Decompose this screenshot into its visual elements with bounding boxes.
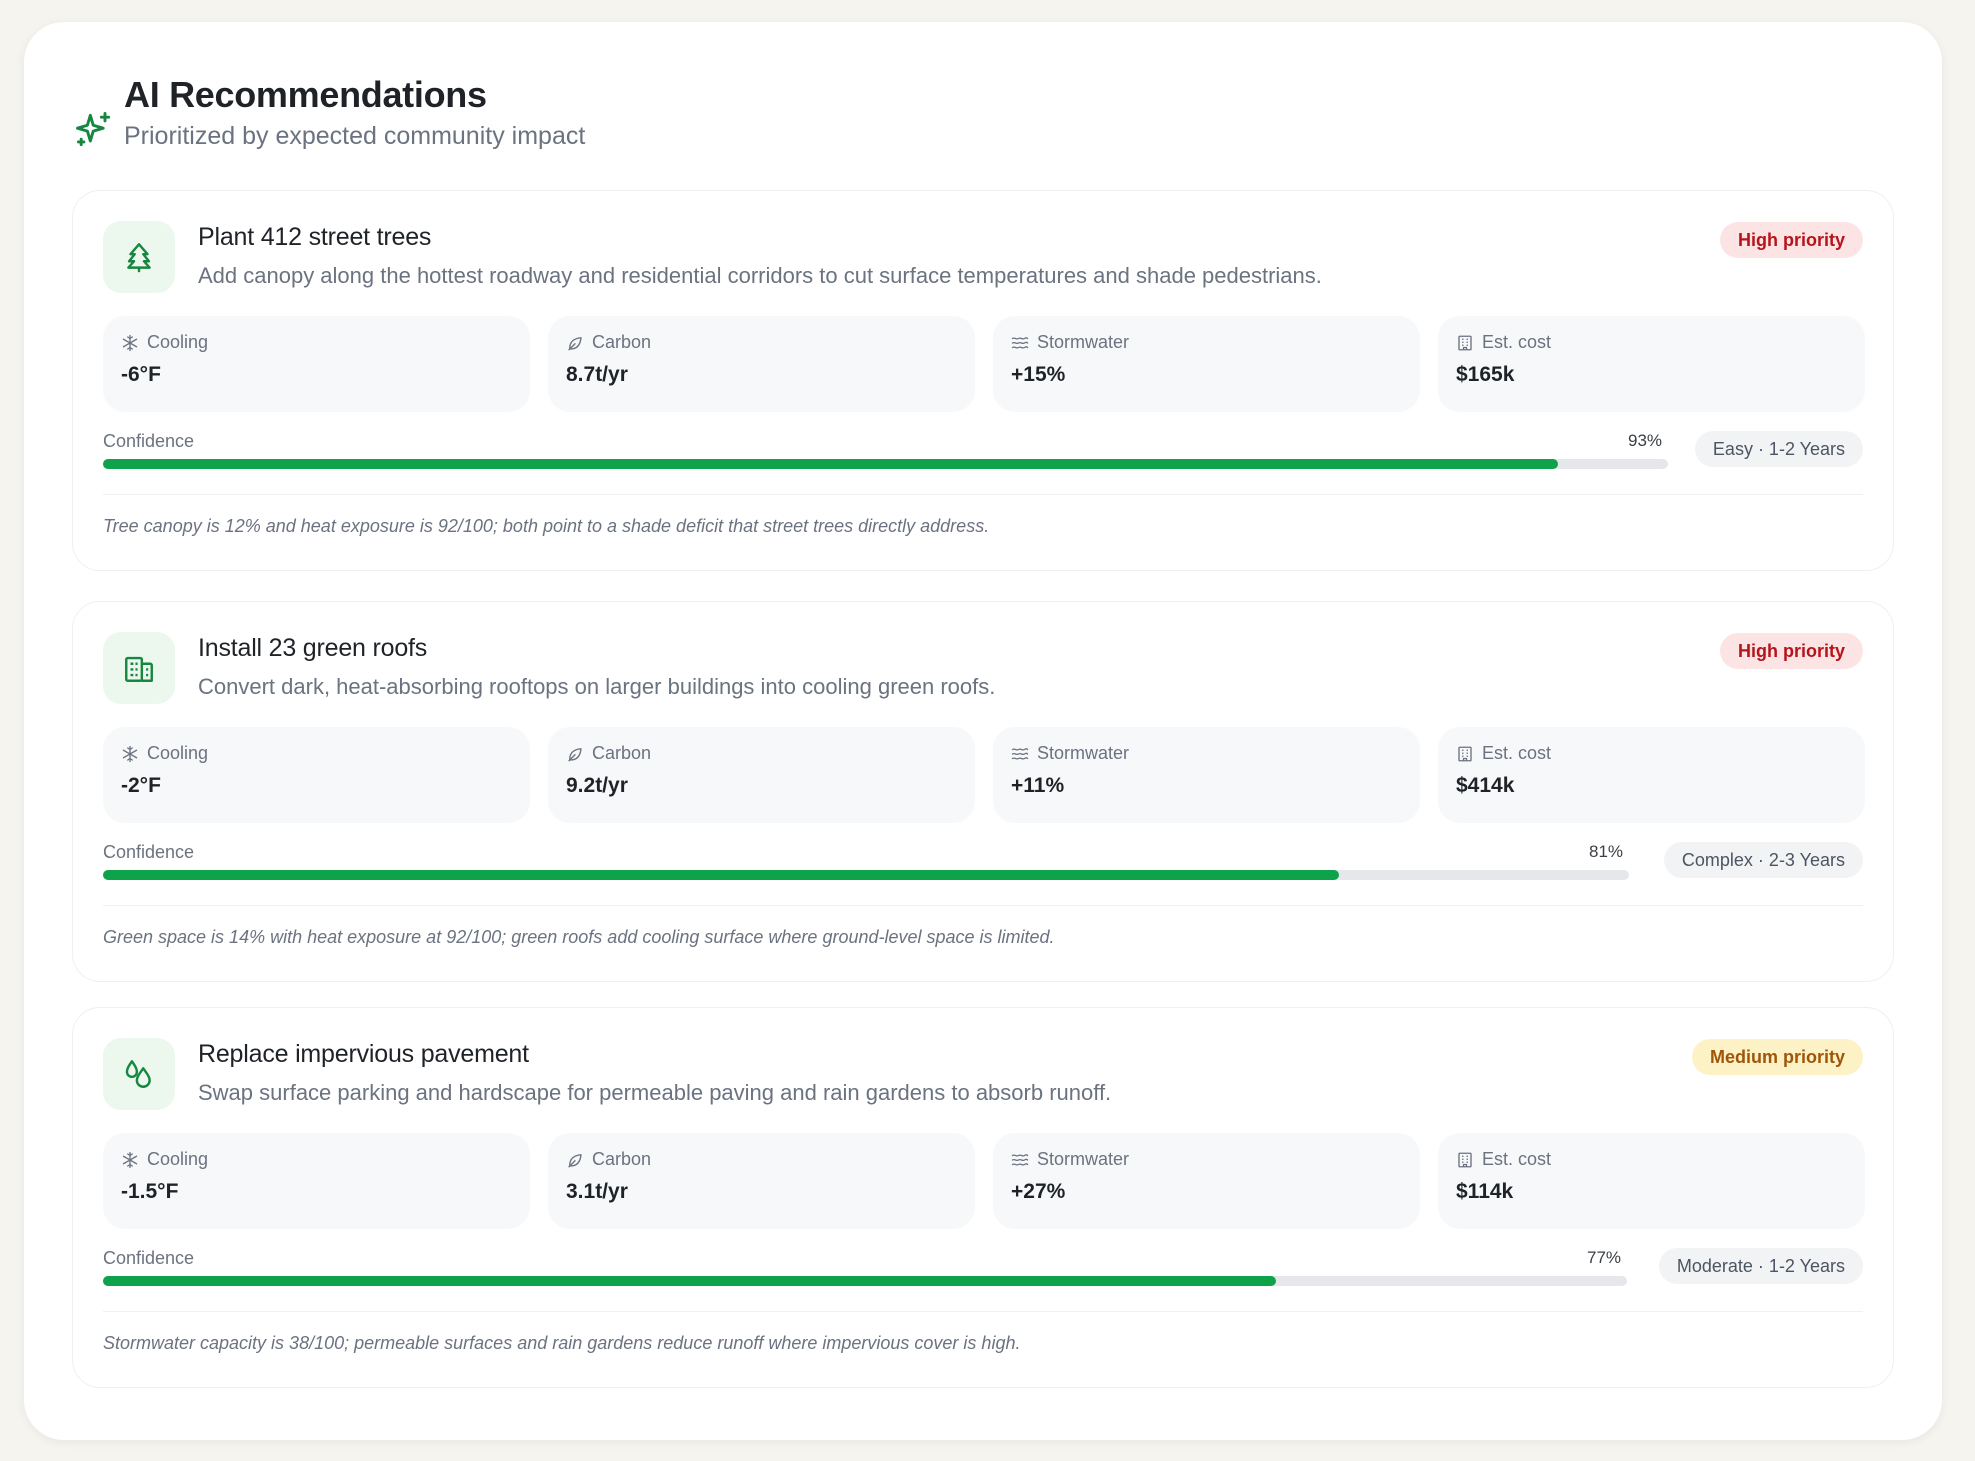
recommendations-panel: AI Recommendations Prioritized by expect… — [24, 22, 1942, 1440]
recommendation-title: Plant 412 street trees — [198, 223, 432, 251]
rationale-text: Green space is 14% with heat exposure at… — [103, 927, 1055, 947]
metric-carbon: Carbon 3.1t/yr — [548, 1133, 975, 1229]
page-title: AI Recommendations — [124, 74, 487, 115]
metric-carbon: Carbon 9.2t/yr — [548, 727, 975, 823]
divider — [103, 494, 1863, 495]
recommendation-title: Replace impervious pavement — [198, 1040, 529, 1068]
recommendation-title: Install 23 green roofs — [198, 634, 428, 662]
confidence-percent: 81% — [1589, 842, 1624, 861]
divider — [103, 905, 1863, 906]
metric-stormwater: Stormwater +27% — [993, 1133, 1420, 1229]
metric-value: -6°F — [121, 363, 161, 386]
metric-label: Cooling — [147, 1149, 209, 1169]
metric-value: -1.5°F — [121, 1180, 179, 1203]
confidence-row: Confidence 81% Complex · 2-3 Years — [103, 842, 1863, 886]
metric-carbon: Carbon 8.7t/yr — [548, 316, 975, 412]
sparkles-icon — [72, 108, 116, 152]
effort-badge: Moderate · 1-2 Years — [1658, 1248, 1863, 1284]
confidence-label: Confidence — [103, 1248, 195, 1268]
page-subtitle: Prioritized by expected community impact — [124, 122, 586, 150]
confidence-bar-fill — [103, 870, 1340, 880]
waves-icon — [1011, 336, 1029, 349]
metric-value: $114k — [1456, 1180, 1514, 1203]
metric-cooling: Cooling -1.5°F — [103, 1133, 530, 1229]
metric-label: Est. cost — [1482, 332, 1552, 352]
priority-badge: High priority — [1720, 633, 1863, 669]
snowflake-icon — [122, 334, 138, 351]
recommendation-card[interactable]: Install 23 green roofs Convert dark, hea… — [72, 601, 1894, 982]
confidence-label: Confidence — [103, 431, 195, 451]
leaf-icon — [568, 1153, 582, 1167]
metric-cooling: Cooling -2°F — [103, 727, 530, 823]
effort-badge: Easy · 1-2 Years — [1694, 431, 1863, 467]
metric-label: Est. cost — [1482, 1149, 1552, 1169]
metric-label: Carbon — [592, 743, 652, 763]
confidence-percent: 93% — [1628, 431, 1663, 450]
metric-value: 3.1t/yr — [566, 1180, 628, 1203]
confidence-bar-fill — [103, 459, 1559, 469]
metrics-row: Cooling -1.5°F Carbon 3.1t/yr Stormwater… — [103, 1133, 1865, 1229]
metric-value: $165k — [1456, 363, 1515, 386]
recommendation-card[interactable]: Plant 412 street trees Add canopy along … — [72, 190, 1894, 571]
metric-label: Cooling — [147, 332, 209, 352]
confidence-bar — [103, 459, 1668, 469]
droplets-icon — [103, 1038, 175, 1110]
waves-icon — [1011, 1153, 1029, 1166]
metric-label: Stormwater — [1037, 332, 1130, 352]
metric-stormwater: Stormwater +11% — [993, 727, 1420, 823]
leaf-icon — [568, 336, 582, 350]
panel-header: AI Recommendations Prioritized by expect… — [72, 72, 585, 152]
priority-badge: Medium priority — [1691, 1039, 1863, 1075]
metric-cost: Est. cost $114k — [1438, 1133, 1865, 1229]
recommendation-card[interactable]: Replace impervious pavement Swap surface… — [72, 1007, 1894, 1388]
metric-label: Cooling — [147, 743, 209, 763]
confidence-bar-fill — [103, 1276, 1277, 1286]
snowflake-icon — [122, 1151, 138, 1168]
metric-cooling: Cooling -6°F — [103, 316, 530, 412]
building-icon — [103, 632, 175, 704]
building-icon — [1458, 1152, 1472, 1167]
metric-value: +27% — [1011, 1180, 1066, 1203]
metric-label: Stormwater — [1037, 743, 1130, 763]
metric-label: Carbon — [592, 332, 652, 352]
recommendation-description: Convert dark, heat-absorbing rooftops on… — [198, 674, 996, 699]
building-icon — [1458, 746, 1472, 761]
metric-value: 9.2t/yr — [566, 774, 628, 797]
metric-label: Carbon — [592, 1149, 652, 1169]
leaf-icon — [568, 747, 582, 761]
confidence-label: Confidence — [103, 842, 195, 862]
confidence-bar — [103, 870, 1629, 880]
rationale-text: Tree canopy is 12% and heat exposure is … — [103, 516, 990, 536]
recommendation-description: Add canopy along the hottest roadway and… — [198, 263, 1322, 288]
confidence-bar — [103, 1276, 1627, 1286]
effort-badge: Complex · 2-3 Years — [1663, 842, 1863, 878]
metric-value: $414k — [1456, 774, 1515, 797]
metric-label: Est. cost — [1482, 743, 1552, 763]
metric-cost: Est. cost $414k — [1438, 727, 1865, 823]
confidence-row: Confidence 93% Easy · 1-2 Years — [103, 431, 1863, 475]
tree-icon — [103, 221, 175, 293]
metric-value: 8.7t/yr — [566, 363, 628, 386]
confidence-percent: 77% — [1587, 1248, 1622, 1267]
metric-cost: Est. cost $165k — [1438, 316, 1865, 412]
metric-stormwater: Stormwater +15% — [993, 316, 1420, 412]
metric-value: +15% — [1011, 363, 1066, 386]
building-icon — [1458, 335, 1472, 350]
metric-label: Stormwater — [1037, 1149, 1130, 1169]
metrics-row: Cooling -6°F Carbon 8.7t/yr Stormwater +… — [103, 316, 1865, 412]
recommendation-description: Swap surface parking and hardscape for p… — [198, 1080, 1112, 1105]
metric-value: -2°F — [121, 774, 161, 797]
priority-badge: High priority — [1720, 222, 1863, 258]
divider — [103, 1311, 1863, 1312]
metric-value: +11% — [1011, 774, 1065, 797]
confidence-row: Confidence 77% Moderate · 1-2 Years — [103, 1248, 1863, 1292]
metrics-row: Cooling -2°F Carbon 9.2t/yr Stormwater +… — [103, 727, 1865, 823]
waves-icon — [1011, 747, 1029, 760]
rationale-text: Stormwater capacity is 38/100; permeable… — [103, 1333, 1021, 1353]
snowflake-icon — [122, 745, 138, 762]
